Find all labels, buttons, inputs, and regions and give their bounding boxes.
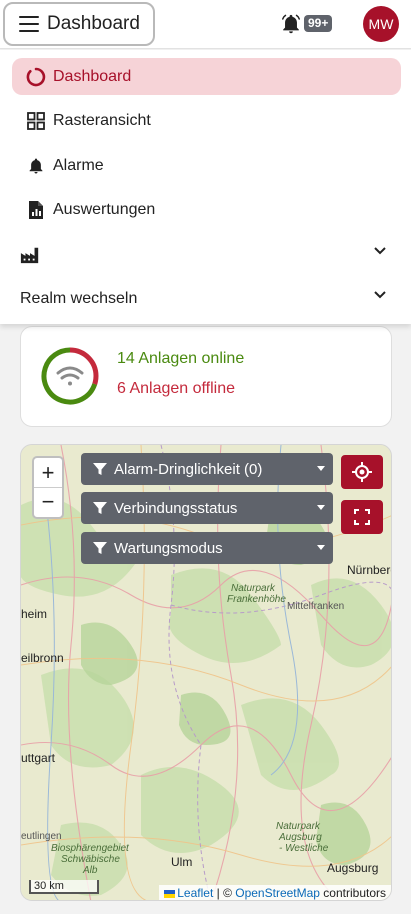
nav-item-realm-wechseln[interactable]: Realm wechseln bbox=[12, 280, 401, 317]
connection-status-card: 14 Anlagen online 6 Anlagen offline bbox=[20, 326, 392, 427]
notification-badge: 99+ bbox=[304, 15, 333, 32]
attribution-suffix: contributors bbox=[319, 886, 386, 900]
zoom-control: + − bbox=[32, 456, 64, 519]
bell-icon bbox=[26, 156, 46, 176]
nav-item-rasteransicht[interactable]: Rasteransicht bbox=[12, 102, 401, 139]
attribution-separator: | © bbox=[213, 886, 236, 900]
map-view[interactable]: Nürnberg Naturpark Frankenhöhe Mittelfra… bbox=[20, 444, 392, 901]
map-label: Augsburg bbox=[279, 832, 322, 843]
crosshair-icon bbox=[352, 462, 372, 482]
nav-item-auswertungen[interactable]: Auswertungen bbox=[12, 191, 401, 228]
map-label: Naturpark bbox=[231, 583, 275, 594]
map-label: eutlingen bbox=[21, 831, 62, 842]
map-label: - Westliche bbox=[279, 843, 329, 854]
chevron-down-icon bbox=[374, 291, 386, 299]
map-label: Alb bbox=[83, 865, 98, 876]
map-label: Mittelfranken bbox=[287, 601, 345, 612]
map-label: eilbronn bbox=[21, 651, 64, 665]
nav-dropdown: Dashboard Rasteransicht Alarme Auswertun… bbox=[0, 50, 411, 324]
map-label: Ulm bbox=[171, 855, 193, 869]
online-count-text: 14 Anlagen online bbox=[117, 350, 245, 367]
zoom-out-button[interactable]: − bbox=[34, 487, 62, 516]
filter-connection-status[interactable]: Verbindungsstatus bbox=[81, 492, 333, 524]
filter-icon bbox=[93, 541, 107, 555]
nav-item-label: Rasteransicht bbox=[53, 111, 151, 129]
nav-item-label: Realm wechseln bbox=[20, 289, 138, 307]
nav-item-dashboard[interactable]: Dashboard bbox=[12, 58, 401, 95]
fullscreen-button[interactable] bbox=[341, 500, 383, 534]
caret-down-icon bbox=[317, 466, 325, 471]
nav-item-alarme[interactable]: Alarme bbox=[12, 147, 401, 184]
zoom-in-button[interactable]: + bbox=[34, 458, 62, 487]
app-header: Dashboard 99+ MW bbox=[0, 0, 411, 49]
filter-label: Verbindungsstatus bbox=[114, 499, 238, 517]
map-label: uttgart bbox=[21, 751, 56, 765]
caret-down-icon bbox=[317, 545, 325, 550]
map-label: Naturpark bbox=[276, 821, 320, 832]
filter-alarm-urgency[interactable]: Alarm-Dringlichkeit (0) bbox=[81, 453, 333, 485]
map-label: Nürnberg bbox=[347, 563, 391, 577]
nav-item-label: Alarme bbox=[53, 156, 104, 174]
ukraine-flag-icon bbox=[164, 889, 176, 898]
page-title: Dashboard bbox=[47, 13, 140, 34]
status-ring-chart bbox=[41, 347, 99, 405]
notifications-button[interactable]: 99+ bbox=[280, 12, 336, 36]
map-label: Schwäbische bbox=[61, 854, 120, 865]
map-label: heim bbox=[21, 607, 48, 621]
wifi-icon bbox=[56, 366, 84, 386]
report-icon bbox=[26, 200, 46, 220]
fullscreen-icon bbox=[354, 509, 370, 525]
caret-down-icon bbox=[317, 505, 325, 510]
nav-item-label: Auswertungen bbox=[53, 200, 156, 218]
user-avatar[interactable]: MW bbox=[363, 6, 399, 42]
menu-toggle-button[interactable]: Dashboard bbox=[3, 2, 155, 46]
openstreetmap-link[interactable]: OpenStreetMap bbox=[235, 886, 320, 900]
offline-count-text: 6 Anlagen offline bbox=[117, 380, 236, 397]
filter-icon bbox=[93, 501, 107, 515]
locate-button[interactable] bbox=[341, 455, 383, 489]
map-label: Frankenhöhe bbox=[227, 594, 286, 605]
leaflet-link[interactable]: Leaflet bbox=[177, 886, 213, 900]
filter-icon bbox=[93, 462, 107, 476]
map-label: Augsburg bbox=[327, 861, 379, 875]
loading-ring-icon bbox=[26, 67, 46, 87]
map-label: Biosphärengebiet bbox=[51, 843, 129, 854]
grid-icon bbox=[26, 111, 46, 131]
nav-item-anlagen[interactable] bbox=[12, 236, 401, 273]
map-attribution: Leaflet | © OpenStreetMap contributors bbox=[159, 885, 391, 900]
filter-label: Wartungsmodus bbox=[114, 539, 223, 557]
chevron-down-icon bbox=[374, 247, 386, 255]
map-scale: 30 km bbox=[29, 880, 99, 894]
filter-maintenance-mode[interactable]: Wartungsmodus bbox=[81, 532, 333, 564]
nav-item-label: Dashboard bbox=[53, 67, 132, 85]
filter-label: Alarm-Dringlichkeit (0) bbox=[114, 460, 263, 478]
hamburger-icon bbox=[19, 16, 39, 32]
bell-icon bbox=[282, 14, 300, 34]
factory-icon bbox=[20, 245, 40, 265]
